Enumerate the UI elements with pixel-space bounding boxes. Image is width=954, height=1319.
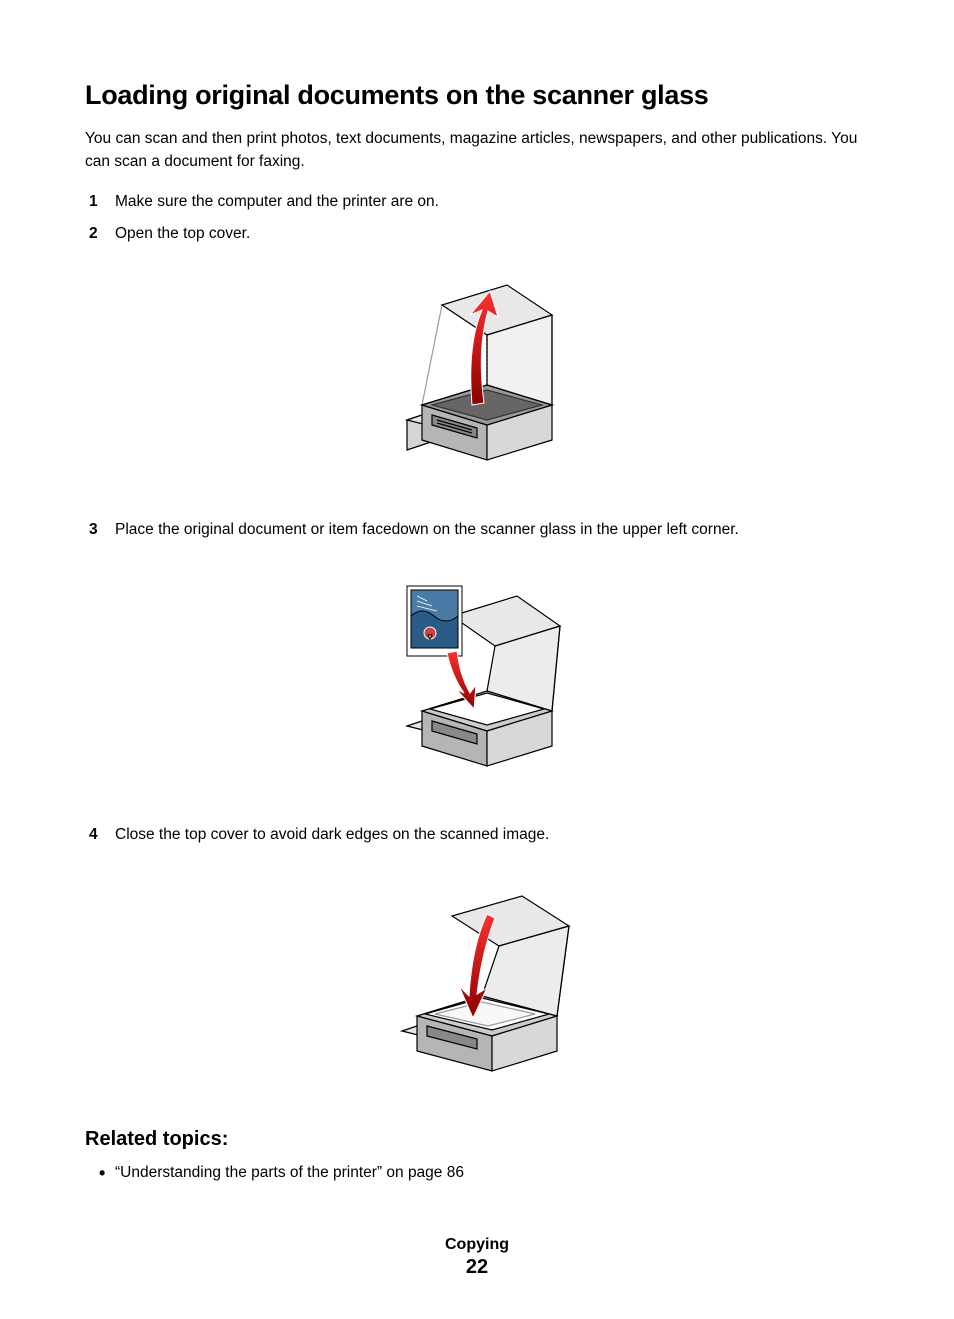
related-topics-list: “Understanding the parts of the printer”… [85, 1161, 869, 1186]
steps-list: 1 Make sure the computer and the printer… [85, 190, 869, 1101]
figure-close-cover [115, 866, 869, 1100]
footer-page-number: 22 [85, 1256, 869, 1279]
step-item: 2 Open the top cover. [107, 222, 869, 494]
step-item: 1 Make sure the computer and the printer… [107, 190, 869, 215]
related-topics-heading: Related topics: [85, 1128, 869, 1151]
step-item: 4 Close the top cover to avoid dark edge… [107, 823, 869, 1100]
step-text: Place the original document or item face… [115, 521, 739, 538]
step-number: 4 [89, 823, 98, 848]
step-text: Open the top cover. [115, 225, 250, 242]
footer-section-title: Copying [85, 1236, 869, 1254]
step-number: 1 [89, 190, 98, 215]
step-number: 2 [89, 222, 98, 247]
step-text: Close the top cover to avoid dark edges … [115, 826, 549, 843]
intro-paragraph: You can scan and then print photos, text… [85, 127, 869, 174]
page-footer: Copying 22 [85, 1236, 869, 1279]
related-topic-item: “Understanding the parts of the printer”… [115, 1161, 869, 1186]
step-number: 3 [89, 518, 98, 543]
step-text: Make sure the computer and the printer a… [115, 193, 439, 210]
figure-open-cover [115, 265, 869, 494]
page-heading: Loading original documents on the scanne… [85, 80, 869, 111]
step-item: 3 Place the original document or item fa… [107, 518, 869, 800]
figure-place-document [115, 561, 869, 800]
